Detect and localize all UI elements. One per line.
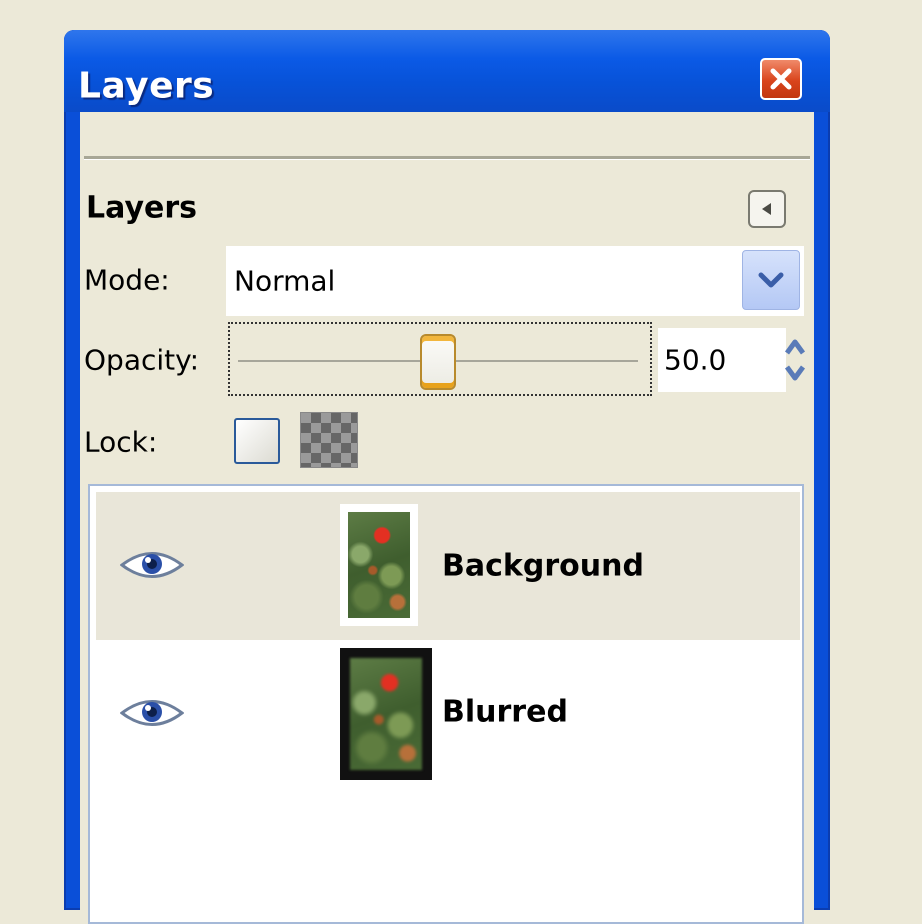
desktop-background: Layers Layers Mode: Normal Opacity: 50.0…	[0, 0, 922, 924]
opacity-spinbox[interactable]: 50.0	[658, 328, 786, 392]
lock-alpha-toggle[interactable]	[300, 412, 358, 468]
mode-dropdown-button[interactable]	[742, 250, 800, 310]
arrow-down-icon	[784, 365, 806, 381]
layer-thumbnail	[340, 504, 418, 626]
chevron-down-icon	[758, 272, 784, 288]
window-title: Layers	[78, 65, 215, 107]
eye-icon[interactable]	[120, 696, 184, 730]
arrow-up-icon	[784, 339, 806, 355]
layers-window: Layers Layers Mode: Normal Opacity: 50.0…	[64, 30, 830, 924]
close-button[interactable]	[760, 58, 802, 100]
mode-value: Normal	[234, 264, 336, 298]
dialog-content: Layers Mode: Normal Opacity: 50.0 Lock: …	[80, 112, 814, 924]
mode-select[interactable]: Normal	[226, 246, 804, 316]
layer-thumbnail	[340, 648, 432, 780]
mode-label: Mode:	[84, 263, 170, 297]
lock-label: Lock:	[84, 425, 158, 459]
layer-name: Blurred	[442, 694, 568, 730]
opacity-value: 50.0	[664, 343, 727, 377]
tab-bar-separator	[84, 156, 810, 160]
slider-thumb[interactable]	[420, 334, 456, 390]
layer-row-blurred[interactable]: Blurred	[96, 640, 800, 788]
layers-list[interactable]: Background Blurred	[88, 484, 804, 924]
spin-up-button[interactable]	[782, 334, 808, 360]
opacity-slider[interactable]	[228, 322, 652, 396]
title-bar[interactable]: Layers	[64, 30, 830, 112]
panel-heading: Layers	[86, 190, 197, 226]
layer-row-background[interactable]: Background	[96, 492, 800, 640]
close-icon	[770, 68, 792, 90]
eye-icon[interactable]	[120, 548, 184, 582]
layer-name: Background	[442, 548, 644, 584]
opacity-label: Opacity:	[84, 343, 200, 377]
triangle-left-icon	[762, 203, 771, 215]
panel-menu-button[interactable]	[748, 190, 786, 228]
spin-down-button[interactable]	[782, 360, 808, 386]
lock-pixels-toggle[interactable]	[234, 418, 280, 464]
